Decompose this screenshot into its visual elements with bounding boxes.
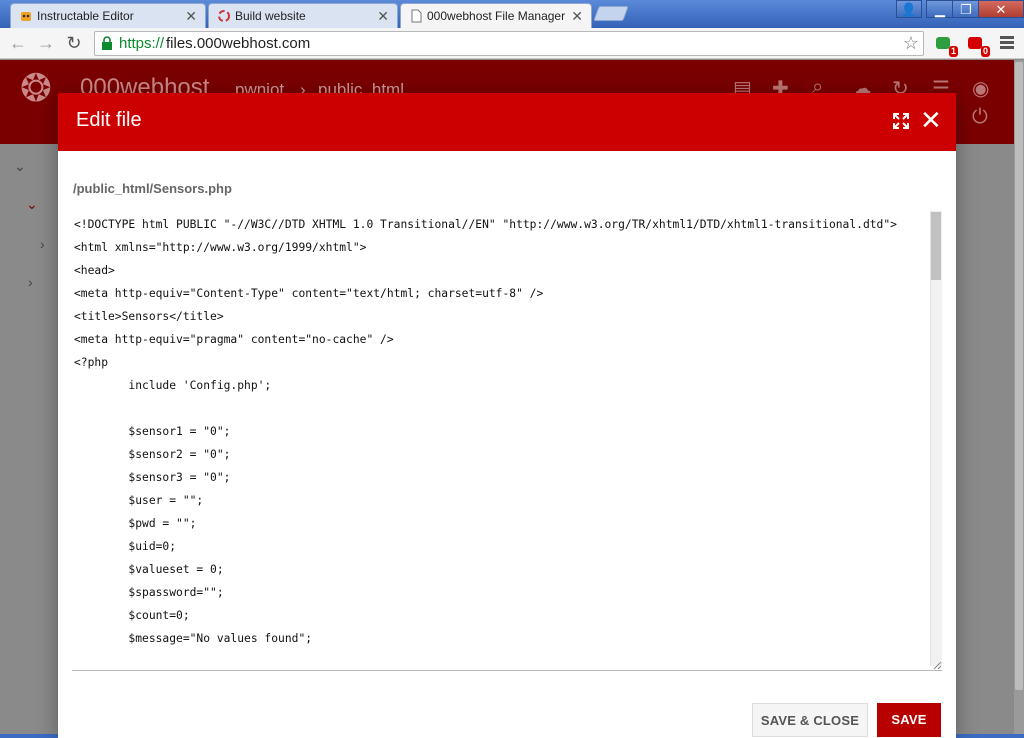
minimize-button[interactable]: ▁ (926, 0, 954, 18)
code-line: $valueset = 0; (74, 563, 224, 576)
forward-button[interactable]: → (34, 32, 58, 54)
bookmark-star-icon[interactable]: ☆ (903, 33, 919, 54)
file-path: /public_html/Sensors.php (73, 181, 232, 196)
extension-badge: 0 (980, 46, 990, 57)
code-line: $sensor3 = "0"; (74, 471, 231, 484)
power-icon[interactable]: ⏻ (972, 106, 988, 129)
code-line: <?php (74, 356, 109, 369)
code-line: $user = ""; (74, 494, 204, 507)
code-line: <!DOCTYPE html PUBLIC "-//W3C//DTD XHTML… (74, 218, 897, 231)
close-tab-icon[interactable]: ✕ (377, 4, 389, 28)
close-icon[interactable]: ✕ (920, 107, 942, 133)
code-line: <head> (74, 264, 115, 277)
code-line: $count=0; (74, 609, 190, 622)
new-tab-button[interactable] (593, 6, 629, 21)
code-line: <title>Sensors</title> (74, 310, 224, 323)
browser-toolbar: ← → ↻ https:// files.000webhost.com ☆ 1 … (0, 28, 1024, 59)
restore-button[interactable]: ❐ (952, 0, 980, 18)
expand-arrow-icon[interactable]: ⌄ (26, 196, 38, 213)
code-line: $sensor1 = "0"; (74, 425, 231, 438)
code-line: <meta http-equiv="Content-Type" content=… (74, 287, 544, 300)
code-line: $sensor2 = "0"; (74, 448, 231, 461)
tab-title: 000webhost File Manager (427, 9, 566, 23)
logo-icon: ❂ (20, 68, 52, 110)
extension-badge: 1 (948, 46, 958, 57)
close-tab-icon[interactable]: ✕ (185, 4, 197, 28)
close-tab-icon[interactable]: ✕ (571, 4, 583, 28)
editor-scrollbar-thumb[interactable] (931, 212, 941, 280)
code-line: <html xmlns="http://www.w3.org/1999/xhtm… (74, 241, 367, 254)
code-line: <meta http-equiv="pragma" content="no-ca… (74, 333, 394, 346)
address-bar[interactable]: https:// files.000webhost.com ☆ (94, 31, 924, 56)
code-line: $message="No values found"; (74, 632, 313, 645)
globe-icon[interactable]: ◉ (972, 76, 989, 101)
back-button[interactable]: ← (6, 32, 30, 54)
browser-tab-strip: Instructable Editor ✕ Build website ✕ 00… (0, 0, 1024, 28)
tab-file-manager[interactable]: 000webhost File Manager ✕ (400, 3, 592, 28)
robot-icon (21, 12, 31, 21)
resize-handle-icon[interactable] (932, 660, 942, 670)
code-textarea[interactable]: <!DOCTYPE html PUBLIC "-//W3C//DTD XHTML… (74, 213, 929, 650)
dialog-title: Edit file (76, 109, 142, 131)
page-scrollbar-thumb[interactable] (1015, 62, 1023, 690)
code-line: $uid=0; (74, 540, 177, 553)
collapse-arrow-icon[interactable]: › (40, 236, 45, 252)
url-host: files.000webhost.com (166, 35, 311, 52)
page-icon (411, 9, 422, 23)
reload-button[interactable]: ↻ (62, 32, 86, 54)
dialog-header: Edit file ✕ (58, 93, 956, 151)
shield-icon[interactable]: 0 (966, 34, 990, 57)
browser-menu-icon[interactable] (1000, 36, 1014, 51)
expand-arrow-icon[interactable]: ⌄ (14, 158, 26, 175)
save-button[interactable]: SAVE (877, 703, 941, 737)
swirl-icon (218, 10, 230, 22)
tab-instructable-editor[interactable]: Instructable Editor ✕ (10, 3, 206, 28)
tab-title: Instructable Editor (37, 9, 134, 23)
url-scheme: https:// (119, 35, 165, 52)
profile-icon[interactable]: 👤 (896, 0, 922, 18)
save-and-close-button[interactable]: SAVE & CLOSE (752, 703, 868, 737)
code-editor[interactable]: <!DOCTYPE html PUBLIC "-//W3C//DTD XHTML… (72, 210, 942, 671)
collapse-arrow-icon[interactable]: › (28, 274, 33, 290)
code-line: $pwd = ""; (74, 517, 197, 530)
folder-tree: ⌄ ⌄ › › (0, 144, 60, 738)
tab-title: Build website (235, 9, 306, 23)
tab-build-website[interactable]: Build website ✕ (208, 3, 398, 28)
fullscreen-icon[interactable] (892, 112, 910, 130)
code-line: $spassword=""; (74, 586, 224, 599)
window-close-button[interactable]: ✕ (978, 0, 1024, 18)
edit-file-dialog: Edit file ✕ /public_html/Sensors.php <!D… (58, 93, 956, 738)
lock-icon (102, 36, 112, 50)
code-line: include 'Config.php'; (74, 379, 272, 392)
puzzle-icon[interactable]: 1 (934, 34, 958, 57)
